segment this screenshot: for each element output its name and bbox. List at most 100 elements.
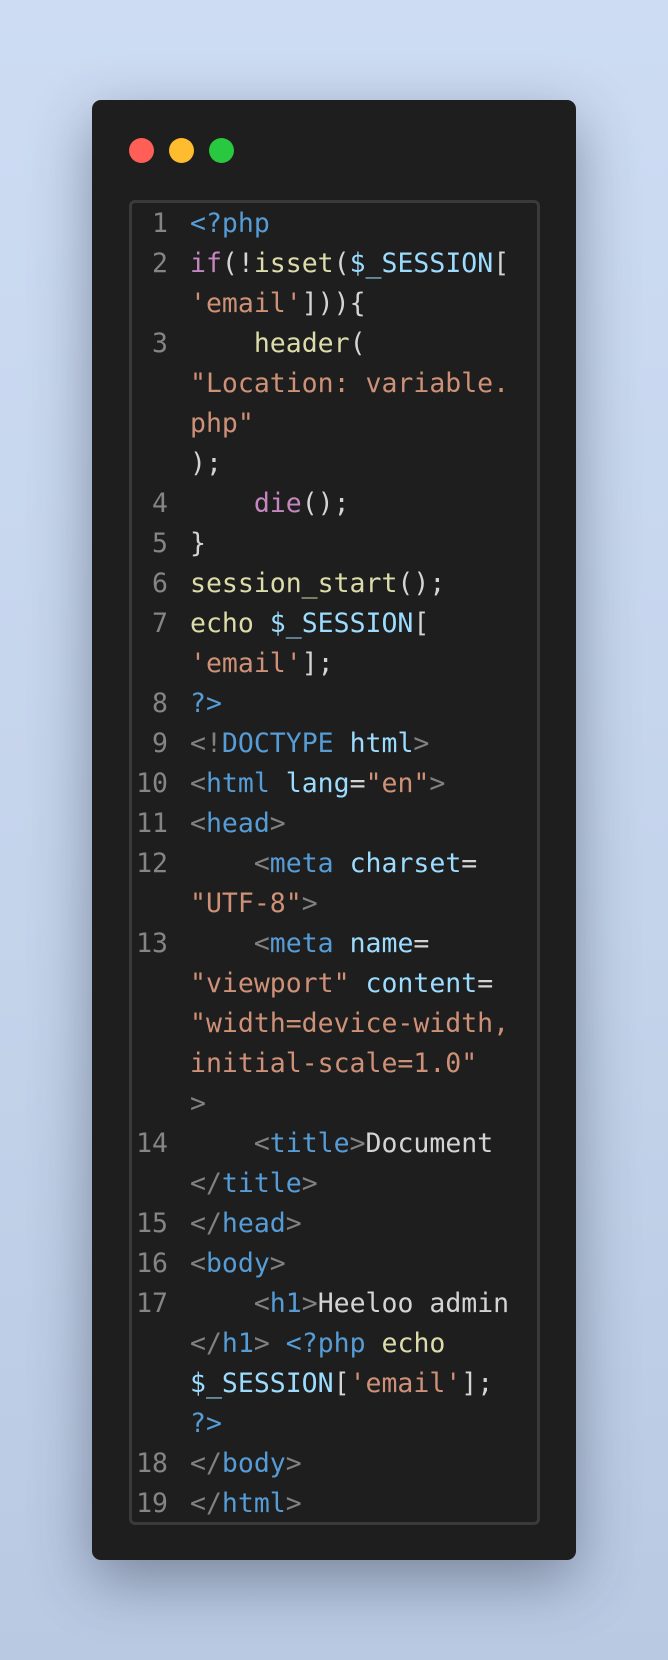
line-number: 14 [136, 1128, 168, 1159]
code-line: 5} [132, 524, 537, 564]
code-text: <head> [190, 804, 286, 844]
code-token: < [190, 808, 206, 839]
code-token: content [365, 968, 478, 999]
code-token: > [269, 808, 286, 839]
code-line: 'email'])){ [132, 284, 537, 324]
code-token: html [349, 728, 414, 759]
code-token: $_SESSION [269, 608, 414, 639]
code-token: body [205, 1248, 270, 1279]
line-number: 6 [152, 568, 168, 599]
code-token: > [190, 1088, 206, 1119]
code-text: $_SESSION['email']; [190, 1364, 493, 1404]
code-line: 7 echo $_SESSION[ [132, 604, 537, 644]
code-line: 3 header( [132, 324, 537, 364]
code-token: = [349, 768, 366, 799]
code-text: <h1>Heeloo admin [190, 1284, 509, 1324]
code-line: 12 <meta charset= [132, 844, 537, 884]
code-token: (! [221, 248, 254, 279]
code-token: isset [253, 248, 334, 279]
code-token: "UTF-8" [190, 888, 302, 919]
code-line: 18 </body> [132, 1444, 537, 1484]
code-token: body [221, 1448, 286, 1479]
code-token: > [349, 1128, 366, 1159]
code-line: "width=device-width, [132, 1004, 537, 1044]
code-line: 17 <h1>Heeloo admin [132, 1284, 537, 1324]
code-token: < [253, 1128, 270, 1159]
code-text: echo $_SESSION[ [190, 604, 429, 644]
code-line: </title> [132, 1164, 537, 1204]
code-text: ?> [190, 684, 222, 724]
code-token: <! [190, 728, 222, 759]
code-token: [ [413, 608, 430, 639]
code-token: meta [269, 928, 334, 959]
line-number: 12 [136, 848, 168, 879]
code-text: 'email'])){ [190, 284, 366, 324]
code-text: if(!isset($_SESSION[ [190, 244, 509, 284]
maximize-window-button[interactable] [209, 138, 234, 163]
code-token: </ [190, 1328, 222, 1359]
code-token: Document [365, 1128, 494, 1159]
code-token: > [413, 728, 430, 759]
code-token: > [285, 1488, 302, 1519]
code-line: 19 </html> [132, 1484, 537, 1524]
code-line: "Location: variable. [132, 364, 537, 404]
close-window-button[interactable] [129, 138, 154, 163]
code-text: } [190, 524, 206, 564]
code-line: 'email']; [132, 644, 537, 684]
code-token: <?php [285, 1328, 366, 1359]
code-text: <body> [190, 1244, 286, 1284]
code-token: < [253, 928, 270, 959]
code-token: title [269, 1128, 350, 1159]
code-line: 9 <!DOCTYPE html> [132, 724, 537, 764]
code-text: 'email']; [190, 644, 334, 684]
code-line: 6 session_start(); [132, 564, 537, 604]
code-token: ( [333, 248, 350, 279]
line-number: 16 [136, 1248, 168, 1279]
code-token: "en" [365, 768, 430, 799]
code-token: title [221, 1168, 302, 1199]
line-number: 13 [136, 928, 168, 959]
code-line: initial-scale=1.0" [132, 1044, 537, 1084]
code-text: "UTF-8"> [190, 884, 318, 924]
code-line: 8 ?> [132, 684, 537, 724]
line-number: 19 [136, 1488, 168, 1519]
code-line: ?> [132, 1404, 537, 1444]
code-window: 1 <?php 2 if(!isset($_SESSION['email'])){3 … [92, 100, 576, 1560]
code-line: 13 <meta name= [132, 924, 537, 964]
code-token: html [205, 768, 270, 799]
line-number: 9 [152, 728, 168, 759]
code-token: > [285, 1208, 302, 1239]
code-token: ?> [190, 688, 222, 719]
code-token: 'email' [349, 1368, 462, 1399]
line-number: 5 [152, 528, 168, 559]
code-token: ( [349, 328, 366, 359]
code-token: head [205, 808, 270, 839]
code-token: if [190, 248, 222, 279]
code-token: < [253, 1288, 270, 1319]
line-number: 4 [152, 488, 168, 519]
code-token: "width=device-width, [190, 1008, 510, 1039]
code-line: 1 <?php [132, 204, 537, 244]
code-text: <?php [190, 204, 270, 244]
code-line: </h1> <?php echo [132, 1324, 537, 1364]
code-text: ?> [190, 1404, 222, 1444]
code-token: (); [301, 488, 350, 519]
code-text: <meta name= [190, 924, 430, 964]
code-text: </head> [190, 1204, 302, 1244]
minimize-window-button[interactable] [169, 138, 194, 163]
code-token: [ [333, 1368, 350, 1399]
code-text: <!DOCTYPE html> [190, 724, 429, 764]
code-token: } [190, 528, 206, 559]
code-token: echo [381, 1328, 446, 1359]
